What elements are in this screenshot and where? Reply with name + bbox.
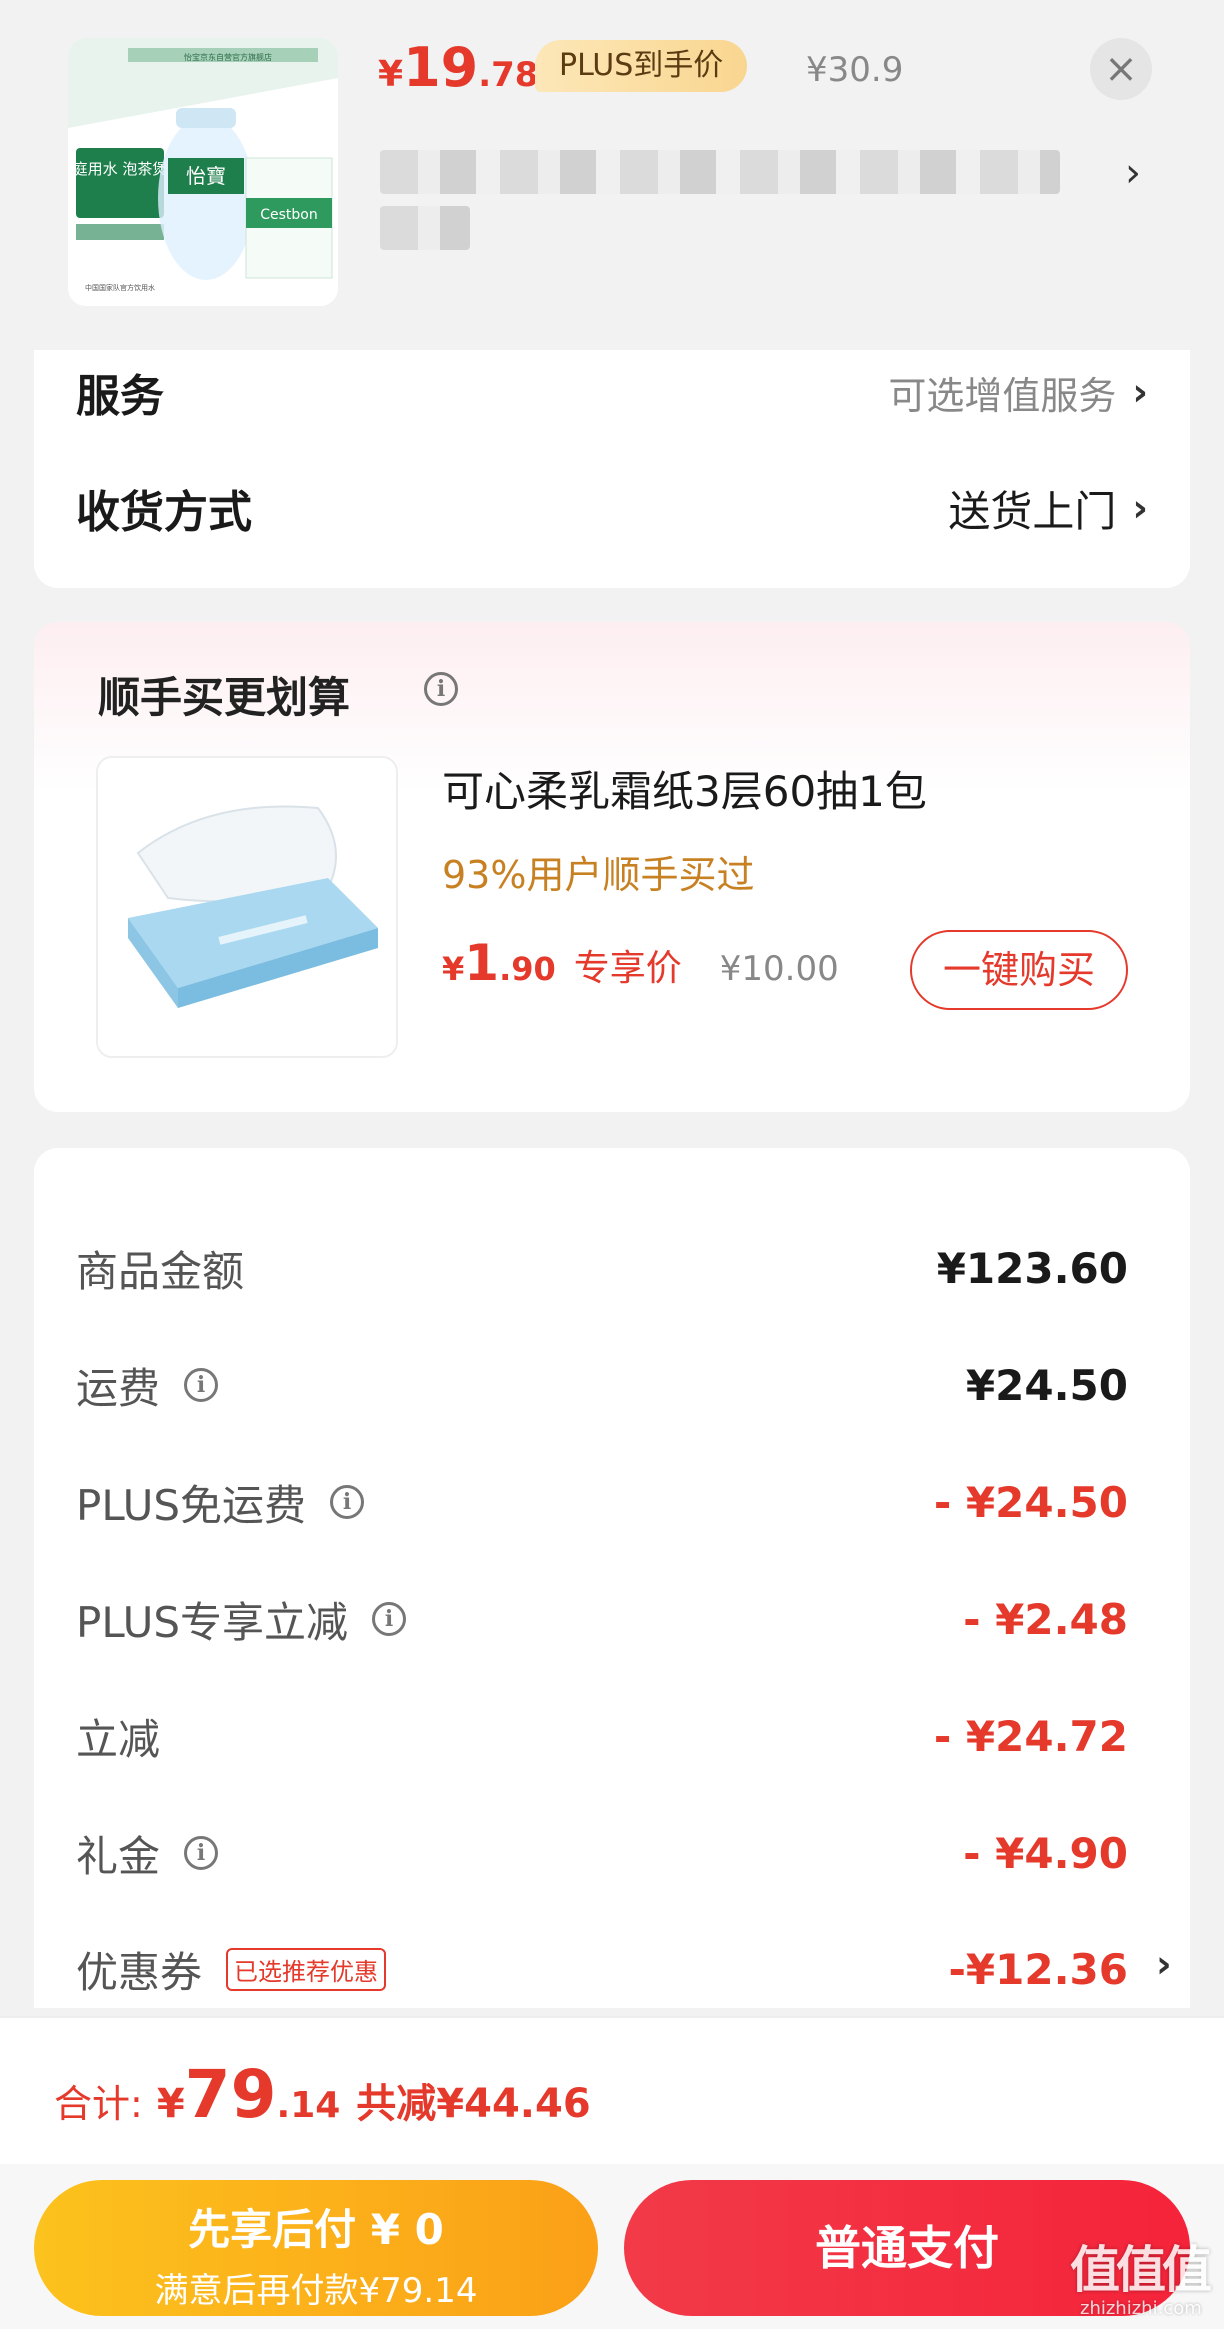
pay-later-button[interactable]: 先享后付 ¥ 0 满意后再付款¥79.14 — [34, 2180, 598, 2316]
fee-row-coupon[interactable]: 优惠券 已选推荐优惠 -¥12.36 — [76, 1934, 1128, 2004]
payment-action-bar: 先享后付 ¥ 0 满意后再付款¥79.14 普通支付 — [0, 2164, 1224, 2329]
close-icon[interactable]: × — [1090, 38, 1152, 100]
fee-row-gift-money: 礼金 i - ¥4.90 — [76, 1818, 1128, 1888]
tissue-box-image — [98, 758, 396, 1056]
fee-value: ¥24.50 — [965, 1360, 1128, 1410]
fee-label: PLUS专享立减 — [76, 1597, 349, 1647]
service-value: 可选增值服务 — [888, 373, 1117, 418]
price-breakdown-card: 商品金额 ¥123.60 运费 i ¥24.50 PLUS免运费 i - ¥24… — [34, 1148, 1190, 2008]
delivery-row[interactable]: 收货方式 送货上门 › — [76, 468, 1148, 548]
rec-price-integer: 1 — [464, 934, 500, 992]
plus-price-badge: PLUS到手价 — [535, 40, 748, 92]
fee-row-instant-discount: 立减 - ¥24.72 — [76, 1701, 1128, 1771]
fee-row-goods-amount: 商品金额 ¥123.60 — [76, 1233, 1128, 1303]
fee-label: 立减 — [76, 1714, 161, 1764]
fee-value: - ¥2.48 — [963, 1594, 1128, 1644]
delivery-label: 收货方式 — [76, 487, 252, 538]
fee-row-shipping: 运费 i ¥24.50 — [76, 1350, 1128, 1420]
social-proof-text: 93%用户顺手买过 — [442, 853, 755, 897]
store-name: 怡宝京东自营官方旗舰店 — [184, 52, 272, 62]
product-header: 家庭用水 泡茶煲汤 怡寶 Cestbon 中国国家队官方饮用水 怡宝京东自营官方… — [0, 0, 1224, 350]
service-label: 服务 — [76, 371, 164, 422]
product-title-blurred[interactable] — [380, 140, 1080, 260]
brand-label: 怡寶 — [186, 164, 226, 188]
rec-price-yen: ¥ — [442, 950, 465, 988]
fee-label: PLUS免运费 — [76, 1480, 307, 1530]
fee-value: -¥12.36 — [948, 1944, 1128, 1994]
pay-later-title: 先享后付 ¥ 0 — [188, 2205, 444, 2254]
price-decimal: .78 — [478, 55, 539, 95]
fee-value: - ¥4.90 — [963, 1828, 1128, 1878]
add-on-recommendation-card: 顺手买更划算 i 可心柔乳霜纸3层60抽1包 93%用户顺手买过 ¥ 1 .90… — [34, 622, 1190, 1112]
tissue-product-image[interactable] — [96, 756, 398, 1058]
fee-value: - ¥24.50 — [933, 1477, 1128, 1527]
price-integer: 19 — [403, 36, 479, 99]
coupon-selected-tag: 已选推荐优惠 — [226, 1947, 387, 1991]
site-watermark: 值值值 — [1070, 2241, 1212, 2299]
info-icon[interactable]: i — [184, 1368, 219, 1402]
fee-row-plus-discount: PLUS专享立减 i - ¥2.48 — [76, 1584, 1128, 1654]
exclusive-price-tag: 专享价 — [573, 948, 682, 989]
rec-price-decimal: .90 — [499, 950, 556, 988]
recommended-price: ¥ 1 .90 专享价 ¥10.00 — [442, 934, 839, 992]
product-price: ¥ 19 .78 — [378, 36, 538, 106]
product-thumbnail[interactable]: 家庭用水 泡茶煲汤 怡寶 Cestbon 中国国家队官方饮用水 怡宝京东自营官方… — [68, 38, 338, 306]
chevron-right-icon[interactable]: › — [1156, 1942, 1172, 1986]
water-bottle-image: 家庭用水 泡茶煲汤 怡寶 Cestbon 中国国家队官方饮用水 怡宝京东自营官方… — [68, 38, 338, 306]
fee-label: 运费 — [76, 1363, 161, 1413]
order-total: 合计: ¥ 79 .14 共减¥44.46 — [54, 2056, 591, 2133]
image-note: 中国国家队官方饮用水 — [85, 283, 155, 292]
price-yen: ¥ — [378, 54, 404, 95]
order-total-bar: 合计: ¥ 79 .14 共减¥44.46 — [0, 2016, 1224, 2164]
service-row[interactable]: 服务 可选增值服务 › — [76, 352, 1148, 432]
total-saved: 共减¥44.46 — [356, 2081, 591, 2127]
chevron-right-icon[interactable]: › — [1125, 150, 1141, 196]
brand-en-label: Cestbon — [260, 207, 318, 223]
site-watermark-url: zhizhizhi.com — [1080, 2298, 1202, 2319]
total-yen: ¥ — [156, 2081, 185, 2127]
total-decimal: .14 — [276, 2085, 341, 2126]
rec-original-price: ¥10.00 — [719, 949, 839, 989]
total-label: 合计: — [54, 2082, 143, 2126]
fee-row-plus-free-shipping: PLUS免运费 i - ¥24.50 — [76, 1467, 1128, 1537]
info-icon[interactable]: i — [424, 672, 458, 706]
chevron-right-icon: › — [1132, 486, 1148, 530]
info-icon[interactable]: i — [184, 1836, 219, 1870]
chevron-right-icon: › — [1132, 370, 1148, 414]
fee-label: 优惠券 — [76, 1947, 203, 1997]
one-click-buy-button[interactable]: 一键购买 — [910, 930, 1128, 1010]
recommendation-title: 顺手买更划算 — [98, 673, 351, 722]
fee-label: 礼金 — [76, 1831, 161, 1881]
total-integer: 79 — [184, 2056, 277, 2133]
fee-value: - ¥24.72 — [933, 1711, 1128, 1761]
info-icon[interactable]: i — [330, 1485, 365, 1519]
order-options-card: 服务 可选增值服务 › 收货方式 送货上门 › — [34, 350, 1190, 588]
original-price: ¥30.9 — [806, 50, 904, 90]
pay-later-subtitle: 满意后再付款¥79.14 — [154, 2271, 478, 2311]
info-icon[interactable]: i — [372, 1602, 407, 1636]
recommended-product-name[interactable]: 可心柔乳霜纸3层60抽1包 — [442, 758, 927, 819]
fee-label: 商品金额 — [76, 1246, 245, 1296]
fee-value: ¥123.60 — [936, 1243, 1128, 1293]
delivery-value: 送货上门 — [948, 486, 1117, 536]
